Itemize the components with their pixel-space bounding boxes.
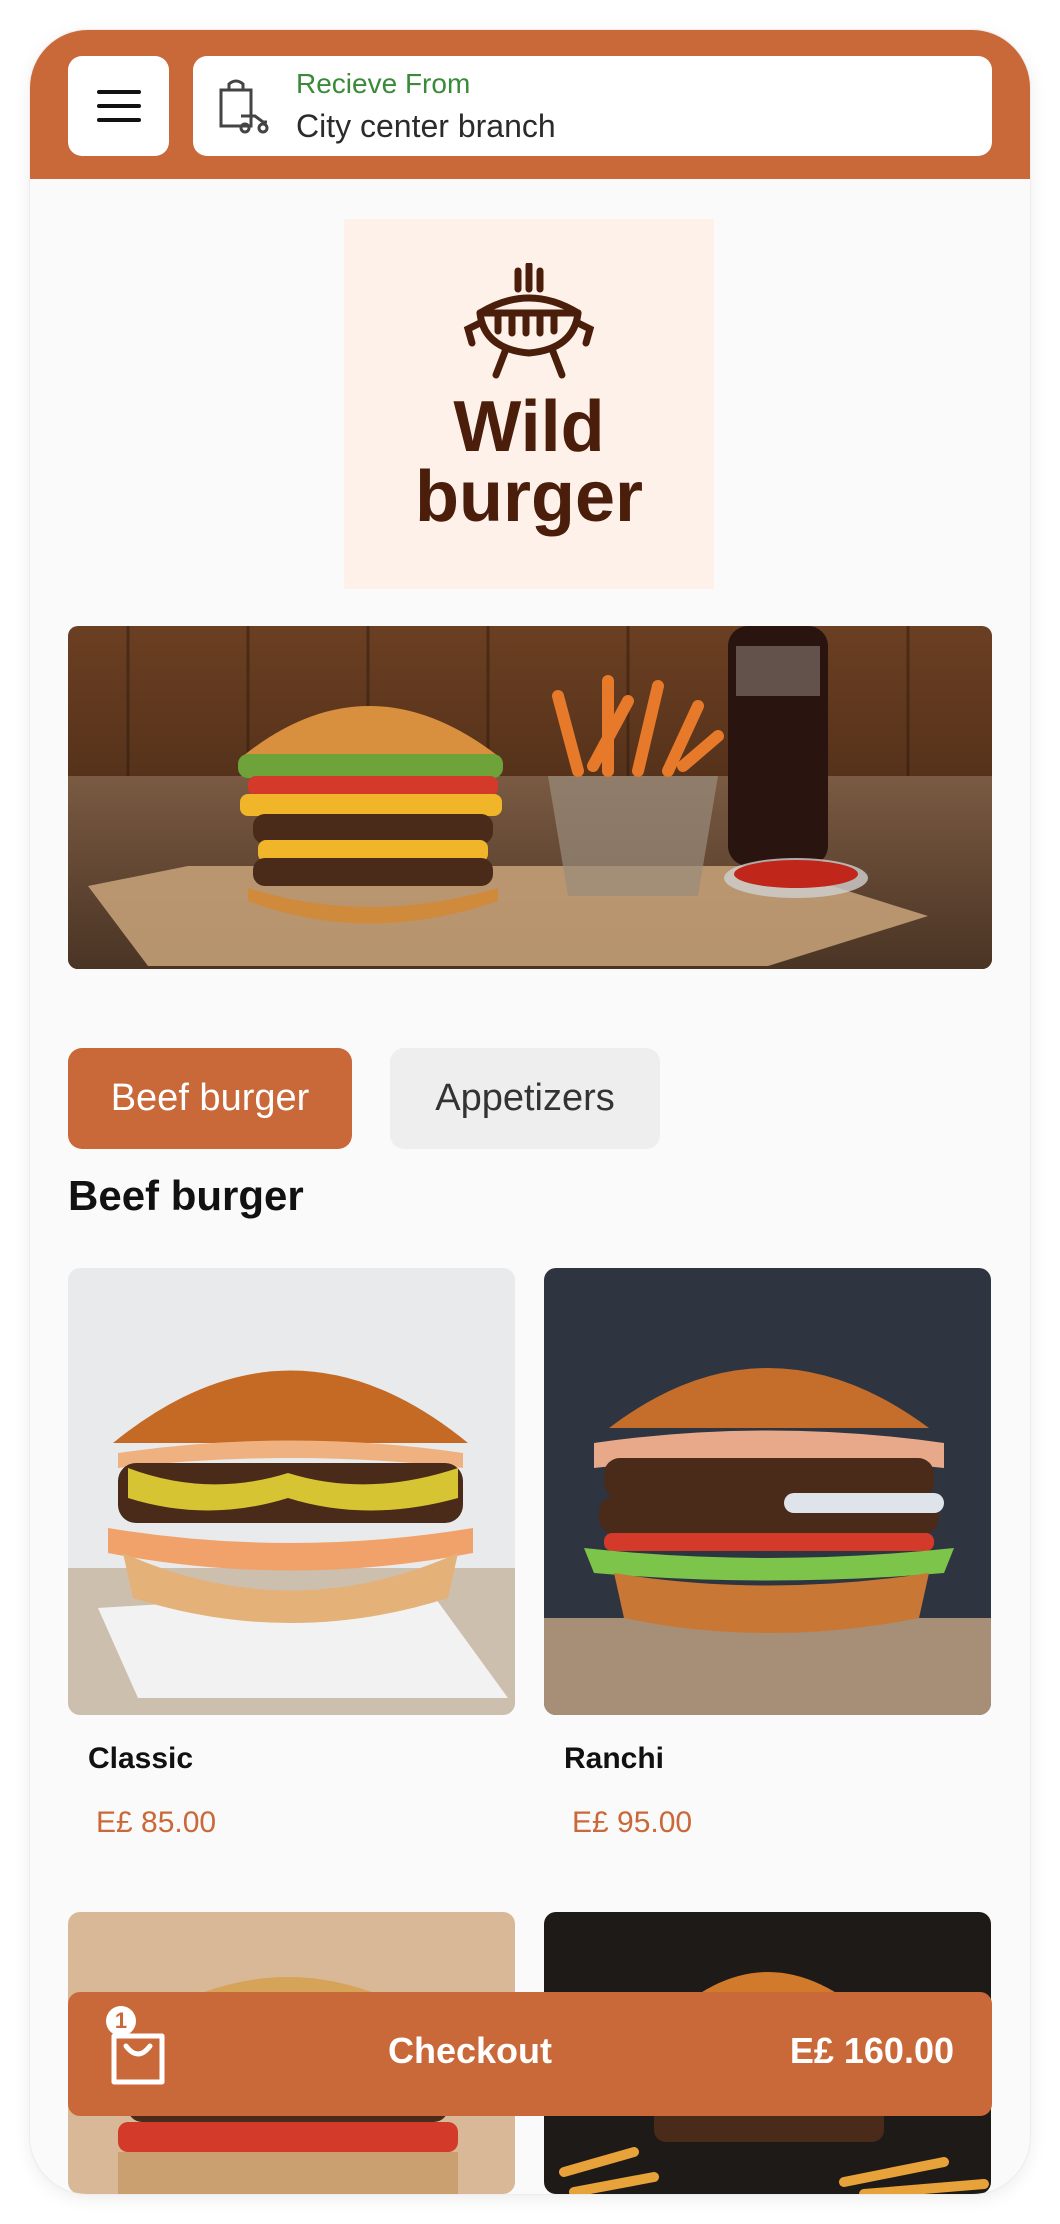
product-price-ranchi: E£ 95.00	[572, 1806, 693, 1839]
hamburger-icon	[96, 90, 141, 122]
menu-button[interactable]	[68, 56, 169, 156]
checkout-bar[interactable]: 1 Checkout E£ 160.00	[68, 1992, 992, 2116]
product-image-ranchi[interactable]	[544, 1268, 991, 1715]
product-price-classic: E£ 85.00	[96, 1806, 217, 1839]
tab-appetizers[interactable]: Appetizers	[390, 1048, 660, 1149]
product-name-ranchi[interactable]: Ranchi	[564, 1742, 664, 1776]
grill-icon	[463, 263, 595, 379]
brand-name-line1: Wild	[453, 387, 605, 467]
top-bar: Recieve From City center branch	[30, 30, 1030, 179]
branch-selector[interactable]: Recieve From City center branch	[193, 56, 992, 156]
checkout-total: E£ 160.00	[789, 2030, 954, 2071]
app-screen: Recieve From City center branch Wild bur…	[30, 30, 1030, 2194]
section-title: Beef burger	[68, 1172, 304, 1219]
promo-banner-image	[68, 626, 992, 969]
checkout-label: Checkout	[388, 2030, 553, 2071]
receive-from-label: Recieve From	[296, 68, 471, 99]
takeaway-bag-icon	[219, 79, 269, 134]
cart-count-badge: 1	[106, 2006, 136, 2036]
branch-name: City center branch	[296, 108, 556, 144]
product-image-classic[interactable]	[68, 1268, 515, 1715]
brand-name-line2: burger	[414, 457, 644, 537]
restaurant-logo: Wild burger	[344, 219, 714, 589]
tab-beef-burger[interactable]: Beef burger	[68, 1048, 352, 1149]
product-name-classic[interactable]: Classic	[88, 1742, 193, 1776]
